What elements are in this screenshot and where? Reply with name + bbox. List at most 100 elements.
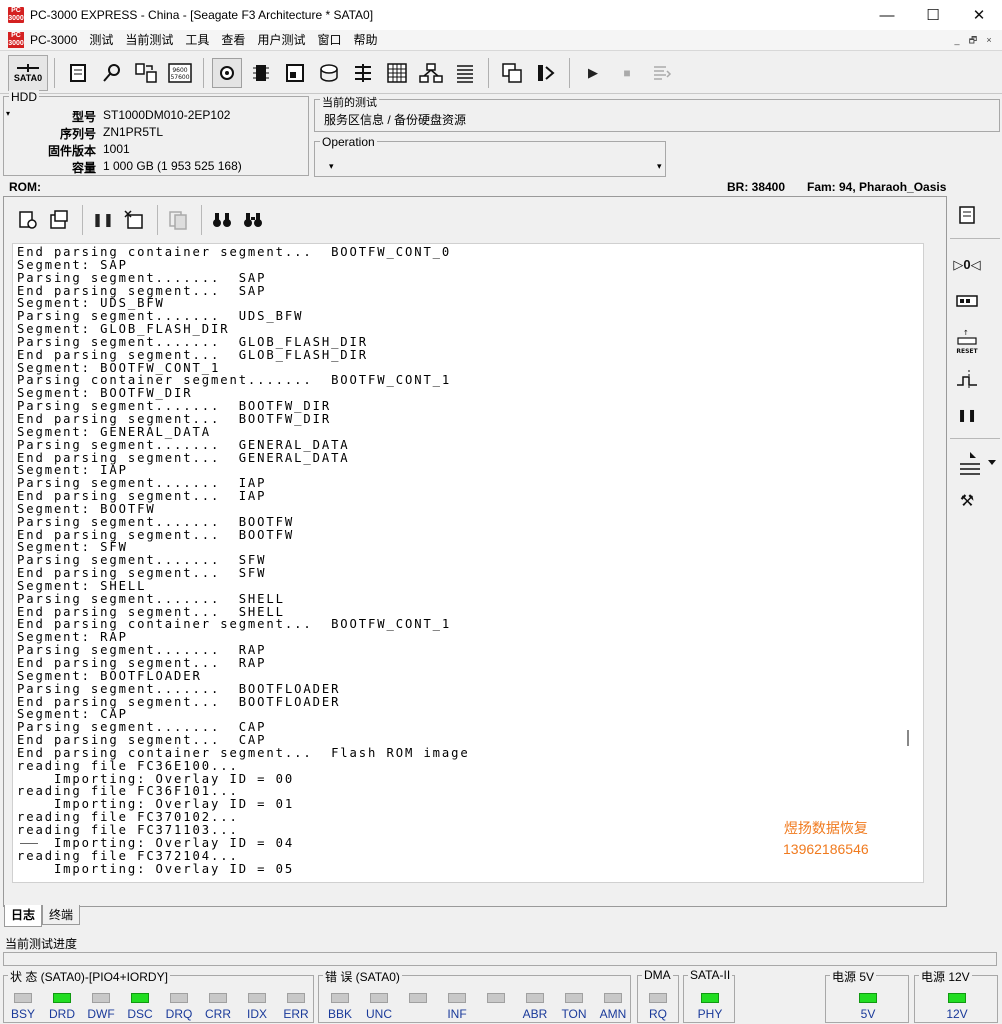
power-12v-indicator: 12V — [941, 993, 973, 1021]
mdi-restore-button[interactable]: 🗗 — [966, 33, 980, 47]
svg-text:9600: 9600 — [172, 67, 187, 74]
hdd-model-row: 型号 ST1000DM010-2EP102 — [4, 108, 310, 125]
indicator-led — [565, 993, 583, 1003]
network-button[interactable] — [416, 58, 446, 88]
log-pause-button[interactable]: ❚❚ — [89, 206, 117, 234]
binoculars-icon — [213, 213, 231, 227]
indicator-led — [448, 993, 466, 1003]
mdi-close-button[interactable]: × — [982, 33, 996, 47]
tab-terminal[interactable]: 终端 — [42, 905, 81, 925]
firmware-value: 1001 — [103, 142, 130, 156]
heads-map-button[interactable] — [954, 450, 998, 476]
right-pause-button[interactable]: ❚❚ — [954, 402, 980, 428]
operation-select[interactable]: ▾ ▾ — [323, 158, 663, 176]
magnifier-icon — [103, 63, 120, 82]
log-line: Parsing segment....... BOOTFLOADER — [17, 681, 341, 696]
signal-button[interactable] — [954, 366, 980, 392]
operation-dropdown-icon: ▾ — [329, 161, 334, 171]
right-doc-button[interactable] — [954, 202, 980, 228]
menu-view[interactable]: 查看 — [215, 30, 251, 51]
exit-test-button[interactable] — [531, 58, 561, 88]
sata-port-button[interactable]: SATA0 — [8, 54, 48, 91]
capacity-value: 1 000 GB (1 953 525 168) — [103, 159, 242, 173]
table-button[interactable] — [382, 58, 412, 88]
indicator-label: TON — [561, 1007, 587, 1021]
scroll-icon — [959, 206, 975, 224]
list-button[interactable] — [450, 58, 480, 88]
power-12v-label: 12V — [946, 1007, 968, 1021]
disk-button[interactable] — [314, 58, 344, 88]
mdi-minimize-button[interactable]: _ — [950, 33, 964, 47]
menu-test[interactable]: 测试 — [83, 30, 119, 51]
menu-window[interactable]: 窗口 — [311, 30, 347, 51]
app-menu-icon[interactable]: PC 3000 — [8, 32, 24, 48]
minimize-button[interactable]: — — [864, 0, 910, 30]
script-button[interactable] — [646, 58, 676, 88]
indicator-led — [604, 993, 622, 1003]
indicator-led — [53, 993, 71, 1003]
svg-text:↑: ↑ — [963, 329, 969, 337]
hdd-info-button[interactable] — [280, 58, 310, 88]
serial-value: ZN1PR5TL — [103, 125, 164, 139]
menu-pc3000[interactable]: PC-3000 — [24, 30, 83, 51]
indicator-dsc: DSC — [124, 993, 156, 1021]
log-line: Parsing segment....... BOOTFW — [17, 514, 295, 529]
indicator-ton: TON — [558, 993, 590, 1021]
serial-key: 序列号 — [59, 127, 96, 141]
log-clear-button[interactable] — [120, 206, 148, 234]
log-copy-button[interactable] — [164, 206, 192, 234]
baud-rate-button[interactable]: 9600 57600 — [165, 58, 195, 88]
log-line: Segment: GLOB_FLASH_DIR — [17, 322, 230, 337]
indicator-label: DSC — [127, 1007, 153, 1021]
log-line: Importing: Overlay ID = 05 — [17, 861, 295, 876]
log-find-button[interactable] — [208, 206, 236, 234]
power-5v-label: 5V — [860, 1007, 876, 1021]
log-line: Segment: GENERAL_DATA — [17, 424, 211, 439]
power-5v-group: 电源 5V 5V — [825, 968, 909, 1023]
probe-button[interactable] — [97, 58, 127, 88]
indicator-led — [131, 993, 149, 1003]
reset-button[interactable]: RESET ↑ — [954, 326, 980, 358]
tools-button[interactable]: ⚒ — [954, 488, 980, 514]
indicator-label: BBK — [327, 1007, 352, 1021]
heads-button[interactable] — [348, 58, 378, 88]
log-toolbar-separator — [157, 205, 158, 235]
right-tool-panel: ▷0◁ RESET ↑ ❚❚ ⚒ — [950, 196, 1002, 526]
log-line: End parsing container segment... Flash R… — [17, 745, 470, 760]
heads-icon — [355, 63, 371, 82]
run-button[interactable]: ▶ — [578, 58, 608, 88]
current-test-value: 服务区信息 / 备份硬盘资源 — [324, 113, 467, 127]
log-find-next-button[interactable] — [239, 206, 267, 234]
log-settings-button[interactable] — [14, 206, 42, 234]
board-button[interactable] — [954, 288, 980, 314]
sata-phy-indicator: PHY — [694, 993, 726, 1021]
chip-button[interactable] — [246, 58, 276, 88]
menu-current-test[interactable]: 当前测试 — [119, 30, 179, 51]
maximize-button[interactable]: ☐ — [910, 0, 956, 30]
list-icon — [457, 64, 473, 83]
scroll-doc-button[interactable] — [63, 58, 93, 88]
menu-user-test[interactable]: 用户测试 — [251, 30, 311, 51]
power-reset-button[interactable]: ▷0◁ — [953, 252, 980, 278]
indicator-blank — [402, 993, 434, 1007]
stop-button[interactable]: ■ — [612, 58, 642, 88]
hdd-firmware-row: 固件版本 1001 — [4, 142, 310, 159]
transfer-button[interactable] — [131, 58, 161, 88]
log-save-button[interactable] — [45, 206, 73, 234]
dma-rq-label: RQ — [649, 1007, 667, 1021]
indicator-bsy: BSY — [7, 993, 39, 1021]
log-text-area[interactable]: End parsing container segment... BOOTFW_… — [12, 243, 924, 883]
log-window: ❚❚ End parsing container segment... BOOT… — [3, 196, 947, 927]
close-button[interactable]: ✕ — [956, 0, 1002, 30]
log-scroll-thumb[interactable] — [907, 730, 909, 746]
indicator-led — [370, 993, 388, 1003]
log-line: End parsing segment... BOOTFW_DIR — [17, 411, 332, 426]
indicator-label: DRD — [49, 1007, 75, 1021]
menu-help[interactable]: 帮助 — [347, 30, 383, 51]
copy-windows-button[interactable] — [497, 58, 527, 88]
copy-icon — [169, 211, 187, 230]
tab-log[interactable]: 日志 — [4, 905, 43, 927]
log-line: Segment: BOOTFLOADER — [17, 668, 202, 683]
menu-tools[interactable]: 工具 — [179, 30, 215, 51]
settings-button[interactable] — [212, 57, 242, 88]
